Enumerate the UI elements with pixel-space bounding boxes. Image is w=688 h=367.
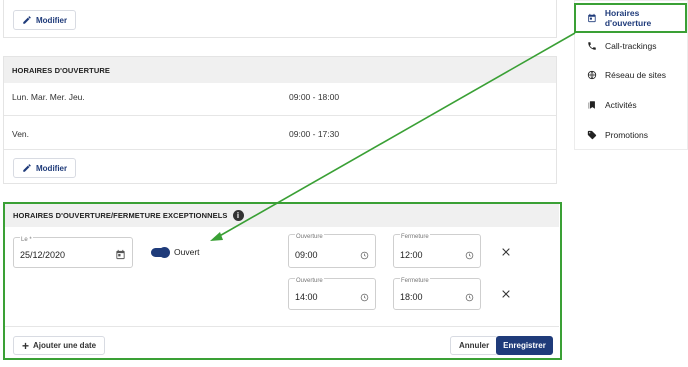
hours-row-2-days: Ven. <box>12 129 30 139</box>
sidebar-item-site-network[interactable]: Réseau de sites <box>575 60 687 90</box>
phone-icon <box>588 42 596 50</box>
opening-hours-title: HORAIRES D'OUVERTURE <box>12 65 110 75</box>
annotation-box-exceptional <box>3 202 562 360</box>
bookmarks-icon <box>588 101 595 109</box>
opening-hours-header: HORAIRES D'OUVERTURE <box>4 57 556 83</box>
sidebar-item-call-trackings[interactable]: Call-trackings <box>575 31 687 61</box>
modify-button-hours[interactable]: Modifier <box>13 158 77 178</box>
sidebar-item-label: Activités <box>605 100 637 110</box>
sidebar-item-label: Réseau de sites <box>605 70 666 80</box>
modify-button-hours-label: Modifier <box>36 163 68 173</box>
annotation-box-sidebar <box>574 3 687 33</box>
hours-row-1-hours: 09:00 - 18:00 <box>289 92 340 102</box>
hours-row-2-hours: 09:00 - 17:30 <box>289 129 340 139</box>
sidebar-item-label: Call-trackings <box>605 41 657 51</box>
opening-hours-card: HORAIRES D'OUVERTURE Lun. Mar. Mer. Jeu.… <box>3 56 557 184</box>
modify-button-top[interactable]: Modifier <box>13 10 77 30</box>
tag-icon <box>587 130 597 140</box>
sidebar-item-label: Promotions <box>605 130 648 140</box>
globe-icon <box>587 70 597 80</box>
modify-button-top-label: Modifier <box>36 15 68 25</box>
sidebar-item-promotions[interactable]: Promotions <box>575 120 687 150</box>
hours-divider <box>4 115 556 116</box>
hours-row-1-days: Lun. Mar. Mer. Jeu. <box>12 92 85 102</box>
top-card: Modifier <box>3 0 557 38</box>
pencil-icon <box>23 16 31 24</box>
hours-divider-2 <box>4 149 556 150</box>
sidebar-item-activities[interactable]: Activités <box>575 90 687 120</box>
pencil-icon <box>23 164 31 172</box>
